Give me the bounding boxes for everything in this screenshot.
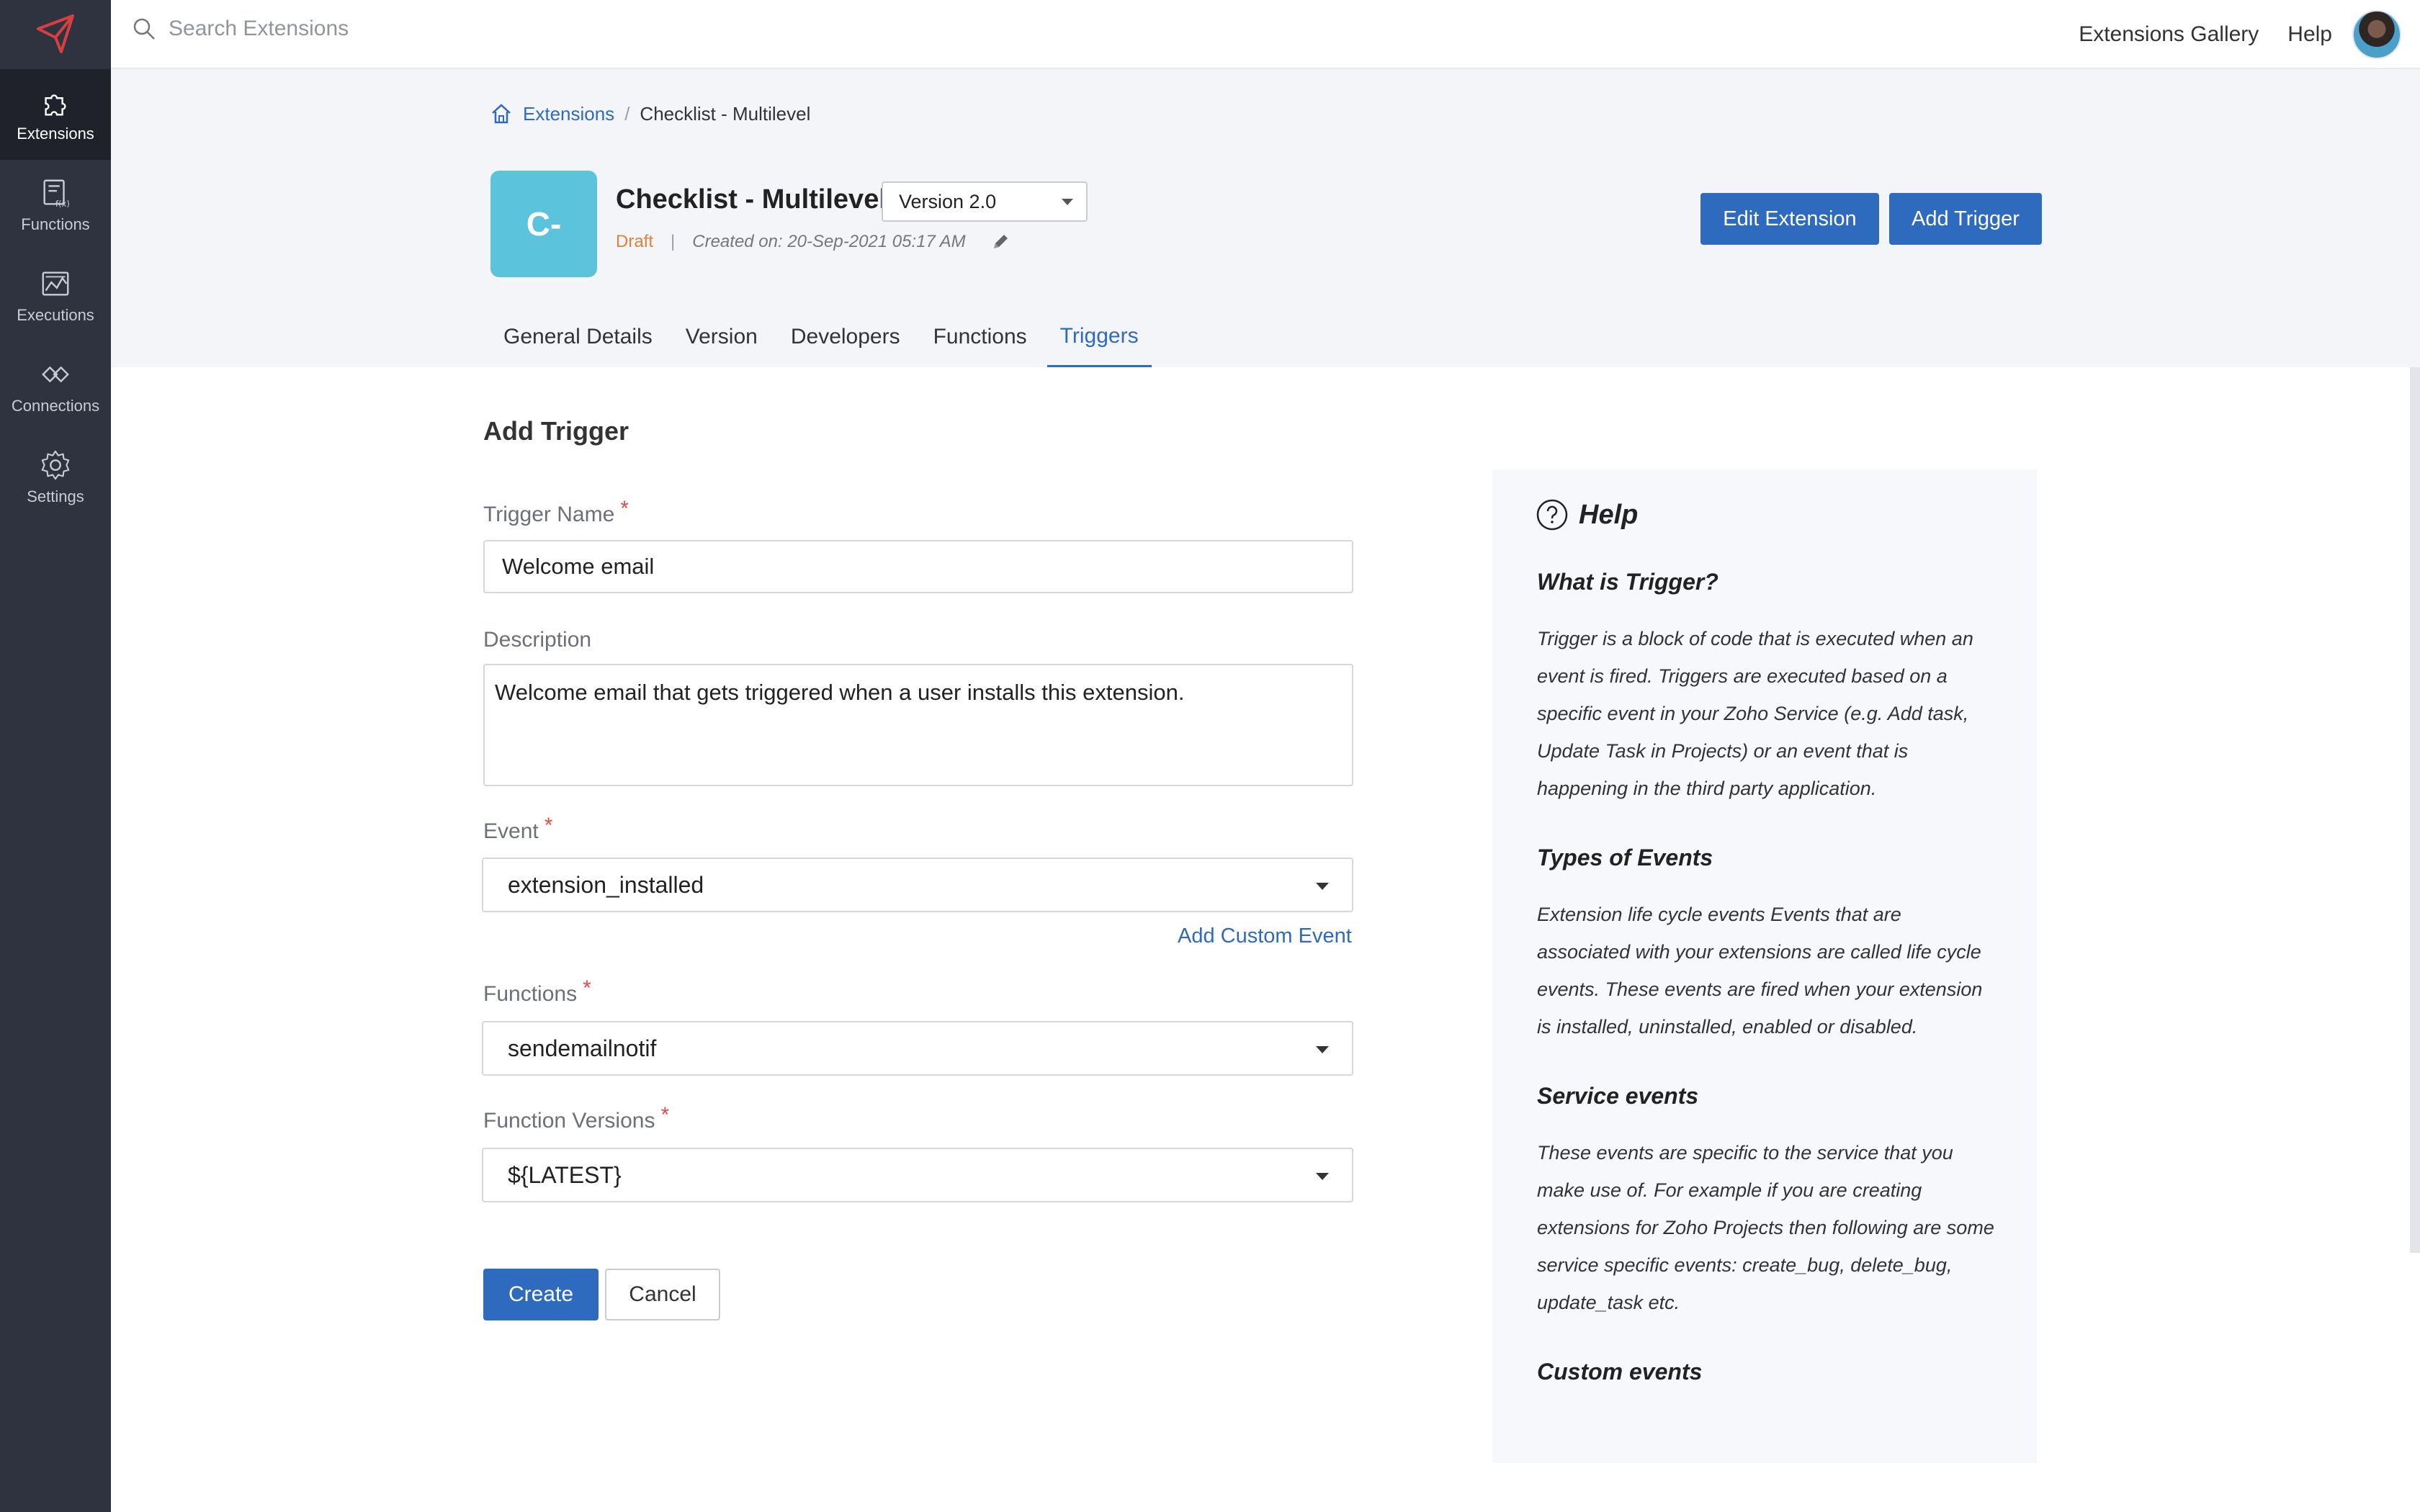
connections-icon [42,366,69,383]
description-textarea[interactable]: Welcome email that gets triggered when a… [483,664,1353,786]
form-title: Add Trigger [483,416,629,446]
sidebar-item-label: Executions [17,306,94,324]
extension-header: Extensions / Checklist - Multilevel C- C… [111,69,2420,367]
function-versions-label: Function Versions * [483,1103,669,1133]
sidebar-item-settings[interactable]: Settings [0,432,111,523]
trigger-name-label: Trigger Name * [483,497,629,527]
help-link[interactable]: Help [2287,22,2332,47]
puzzle-icon [45,94,66,116]
app-logo[interactable] [0,0,111,69]
cancel-button[interactable]: Cancel [605,1269,720,1320]
tab-general-details[interactable]: General Details [490,307,666,367]
function-versions-select[interactable]: ${LATEST} [482,1148,1353,1202]
event-label: Event * [483,814,552,844]
event-select-value: extension_installed [508,871,704,898]
gear-icon [41,450,70,480]
extension-icon: C- [490,171,597,277]
sidebar-item-executions[interactable]: Executions [0,251,111,341]
help-header: Help [1536,498,2037,531]
tab-bar: General Details Version Developers Funct… [490,307,1159,367]
search-icon [133,18,155,40]
event-select[interactable]: extension_installed [482,858,1353,912]
functions-label-text: Functions [483,982,578,1006]
version-dropdown[interactable]: Version 2.0 [882,181,1088,222]
paper-plane-logo-icon [37,14,74,53]
help-paragraph: Extension life cycle events Events that … [1537,904,1983,1038]
tab-functions[interactable]: Functions [920,307,1040,367]
tab-version[interactable]: Version [673,307,771,367]
add-custom-event-link[interactable]: Add Custom Event [1178,924,1352,948]
status-badge: Draft [616,232,654,251]
required-mark: * [583,976,591,1000]
chevron-down-icon [1062,199,1073,205]
chevron-down-icon [1316,1173,1329,1180]
svg-text:f(x): f(x) [55,199,70,209]
breadcrumb-extensions[interactable]: Extensions [523,103,614,125]
sidebar-item-label: Settings [27,487,84,505]
trigger-name-label-text: Trigger Name [483,503,615,526]
help-paragraph: Trigger is a block of code that is execu… [1537,628,1973,799]
search-input[interactable] [169,17,673,41]
sidebar-item-connections[interactable]: Connections [0,341,111,432]
tab-triggers[interactable]: Triggers [1047,307,1152,367]
sidebar-item-label: Extensions [17,125,94,143]
sidebar-item-extensions[interactable]: Extensions [0,69,111,160]
sidebar-item-label: Functions [21,215,90,233]
extension-meta: Draft | Created on: 20-Sep-2021 05:17 AM [616,232,1010,252]
function-versions-select-value: ${LATEST} [508,1161,622,1188]
help-heading: Custom events [1537,1359,1703,1385]
pencil-icon[interactable] [990,232,1010,252]
meta-separator: | [671,232,676,251]
help-heading: What is Trigger? [1537,569,1718,595]
top-links: Extensions Gallery Help [2050,0,2401,69]
description-label: Description [483,628,592,652]
help-heading: Types of Events [1537,845,1713,870]
required-mark: * [660,1103,670,1127]
function-icon: f(x) [43,179,70,209]
sidebar-item-label: Connections [11,397,100,415]
create-button[interactable]: Create [483,1269,599,1320]
breadcrumb: Extensions / Checklist - Multilevel [490,102,810,125]
version-value: Version 2.0 [899,190,997,212]
created-date: Created on: 20-Sep-2021 05:17 AM [692,232,966,251]
executions-chart-icon [42,271,69,296]
breadcrumb-separator: / [624,102,630,125]
functions-select[interactable]: sendemailnotif [482,1021,1353,1076]
search-box [131,16,673,42]
chevron-down-icon [1316,1046,1329,1053]
question-circle-icon [1536,499,1568,531]
help-panel: Help What is Trigger? Trigger is a block… [1492,469,2037,1463]
breadcrumb-current: Checklist - Multilevel [640,102,811,125]
trigger-name-input[interactable] [483,540,1353,593]
avatar[interactable] [2352,10,2401,59]
top-bar: Extensions Gallery Help [111,0,2420,69]
sidebar-item-functions[interactable]: f(x) Functions [0,160,111,251]
event-label-text: Event [483,819,539,843]
edit-extension-button[interactable]: Edit Extension [1700,193,1879,245]
extensions-gallery-link[interactable]: Extensions Gallery [2079,22,2259,47]
help-heading: Service events [1537,1083,1699,1109]
page-scrollbar[interactable] [2410,367,2420,1253]
required-mark: * [620,497,629,521]
home-icon[interactable] [490,102,513,125]
page-title: Checklist - Multilevel [616,184,887,215]
left-sidebar: Extensions f(x) Functions Executions Con… [0,0,111,1512]
required-mark: * [544,814,553,837]
functions-label: Functions * [483,976,591,1007]
chevron-down-icon [1316,883,1329,890]
help-paragraph: These events are specific to the service… [1537,1142,1994,1313]
function-versions-label-text: Function Versions [483,1109,655,1133]
add-trigger-button[interactable]: Add Trigger [1889,193,2042,245]
functions-select-value: sendemailnotif [508,1035,657,1061]
tab-developers[interactable]: Developers [778,307,913,367]
help-title: Help [1579,499,1639,530]
